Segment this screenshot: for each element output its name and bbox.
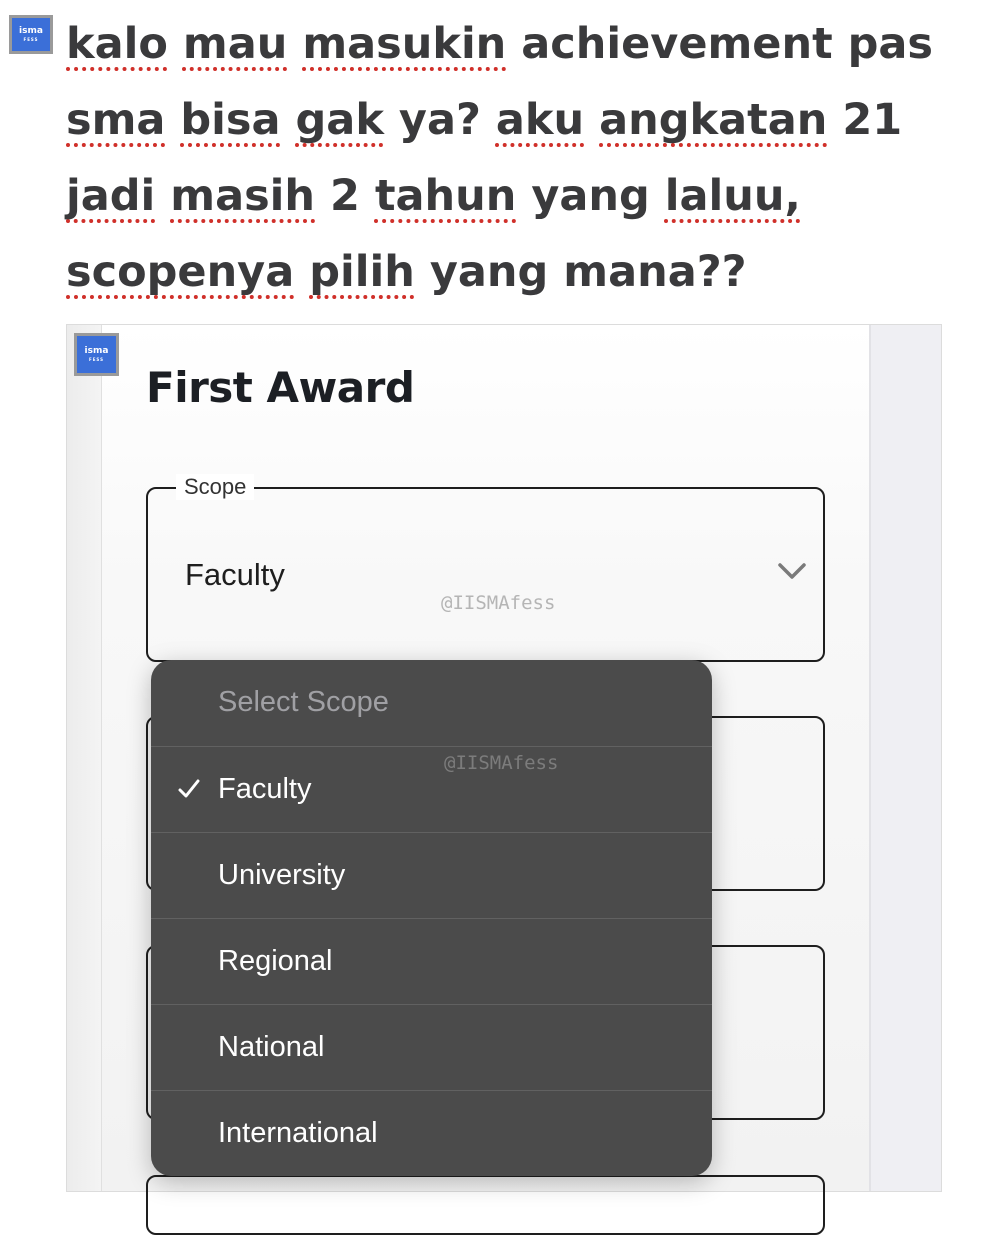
post-word: masih bbox=[170, 171, 316, 221]
scope-option-national[interactable]: National bbox=[151, 1004, 712, 1090]
scope-dropdown-menu[interactable]: Select Scope Faculty University Regional Nat… bbox=[151, 660, 712, 1176]
scope-value: Faculty bbox=[185, 557, 285, 592]
post-word: yang bbox=[531, 171, 650, 221]
post-word: masukin bbox=[302, 19, 507, 69]
post-word: pas bbox=[847, 19, 934, 69]
watermark-logo: isma FESS bbox=[74, 333, 119, 376]
watermark-logo-subtext: FESS bbox=[88, 357, 105, 362]
post-word: kalo bbox=[66, 19, 168, 69]
post-text: kalo mau masukin achievement pas sma bis… bbox=[66, 6, 986, 310]
watermark-logo-text: isma bbox=[84, 346, 109, 356]
post-word: sma bbox=[66, 95, 166, 145]
scope-option-university[interactable]: University bbox=[151, 832, 712, 918]
checkmark-icon bbox=[178, 779, 200, 798]
post-word: angkatan bbox=[599, 95, 828, 145]
scope-option-label: National bbox=[218, 1031, 325, 1063]
scope-option-label: University bbox=[218, 859, 346, 891]
post-word: 21 bbox=[842, 95, 903, 145]
scope-option-regional[interactable]: Regional bbox=[151, 918, 712, 1004]
avatar-logo-text: isma bbox=[19, 26, 43, 36]
post-word: tahun bbox=[374, 171, 517, 221]
scope-select[interactable]: Scope Faculty bbox=[146, 474, 825, 662]
card-title: First Award bbox=[146, 363, 415, 412]
screen-left-edge bbox=[67, 325, 102, 1191]
post-word: achievement bbox=[521, 19, 833, 69]
post-word: aku bbox=[495, 95, 585, 145]
dropdown-placeholder-label: Select Scope bbox=[218, 686, 389, 718]
screen-right-edge bbox=[869, 325, 941, 1191]
post-word: yang bbox=[429, 247, 549, 297]
watermark-text: @IISMAfess bbox=[441, 592, 556, 614]
post-word: 2 bbox=[330, 171, 360, 221]
post-word: mau bbox=[182, 19, 288, 69]
scope-label: Scope bbox=[176, 474, 255, 500]
account-avatar[interactable]: isma FESS bbox=[9, 15, 53, 54]
avatar-logo-subtext: FESS bbox=[23, 37, 39, 42]
post-word: jadi bbox=[66, 171, 156, 221]
chevron-down-icon bbox=[778, 563, 806, 579]
post-word: ya? bbox=[398, 95, 481, 145]
scope-option-label: Faculty bbox=[218, 773, 312, 805]
scope-option-faculty[interactable]: Faculty bbox=[151, 746, 712, 832]
post-word: gak bbox=[295, 95, 384, 145]
post-word: pilih bbox=[309, 247, 415, 297]
post-word: scopenya bbox=[66, 247, 295, 297]
post-word: bisa bbox=[180, 95, 281, 145]
form-field[interactable] bbox=[146, 1175, 825, 1235]
watermark-text: @IISMAfess bbox=[444, 752, 559, 774]
dropdown-placeholder: Select Scope bbox=[151, 660, 712, 746]
post-word: laluu, bbox=[664, 171, 801, 221]
scope-option-label: Regional bbox=[218, 945, 333, 977]
scope-option-label: International bbox=[218, 1117, 378, 1149]
post-word: mana?? bbox=[563, 247, 747, 297]
scope-option-international[interactable]: International bbox=[151, 1090, 712, 1176]
